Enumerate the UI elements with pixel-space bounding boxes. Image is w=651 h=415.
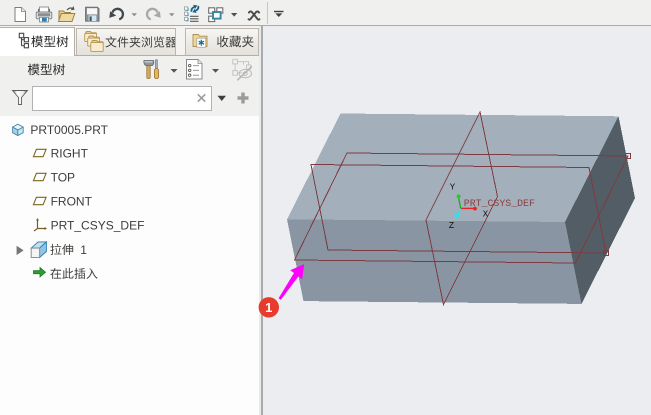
svg-text:PRT0005.PRT: PRT0005.PRT bbox=[30, 123, 108, 137]
svg-text:FRONT: FRONT bbox=[51, 195, 93, 209]
svg-text:1: 1 bbox=[80, 243, 87, 257]
svg-text:Y: Y bbox=[450, 183, 456, 193]
svg-text:Z: Z bbox=[449, 221, 455, 231]
svg-text:1: 1 bbox=[265, 300, 272, 315]
svg-text:PRT_CSYS_DEF: PRT_CSYS_DEF bbox=[464, 198, 535, 209]
svg-text:PRT_CSYS_DEF: PRT_CSYS_DEF bbox=[51, 219, 145, 233]
svg-text:TOP: TOP bbox=[51, 171, 75, 185]
svg-text:X: X bbox=[483, 209, 489, 219]
svg-text:RIGHT: RIGHT bbox=[51, 147, 89, 161]
